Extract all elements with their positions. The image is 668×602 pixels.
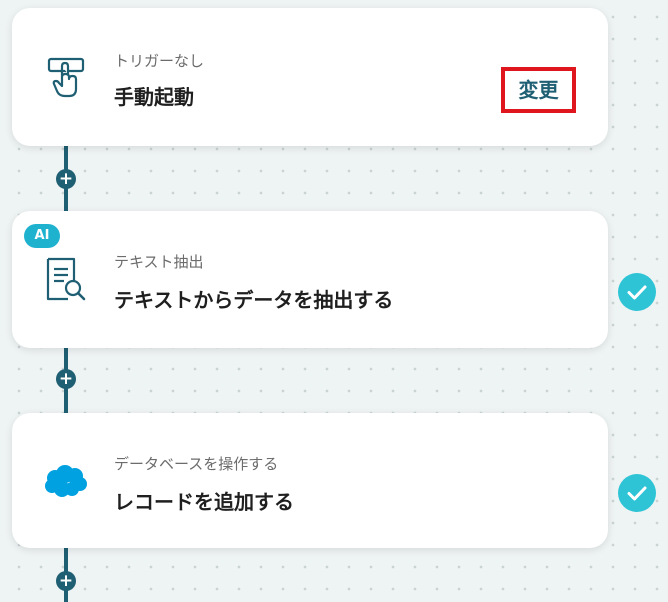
document-search-icon	[42, 255, 90, 303]
add-step-button[interactable]: +	[56, 169, 76, 189]
database-card[interactable]: データベースを操作する レコードを追加する	[12, 413, 608, 548]
change-trigger-button[interactable]: 変更	[501, 67, 576, 113]
database-title: レコードを追加する	[114, 490, 294, 514]
ai-extract-card[interactable]: テキスト抽出 テキストからデータを抽出する	[12, 211, 608, 348]
add-step-button[interactable]: +	[56, 571, 76, 591]
trigger-card[interactable]: トリガーなし 手動起動 変更	[12, 8, 608, 146]
ai-extract-subtitle: テキスト抽出	[114, 253, 204, 271]
ai-extract-title: テキストからデータを抽出する	[114, 288, 394, 312]
hand-pointer-icon	[42, 53, 90, 101]
database-subtitle: データベースを操作する	[114, 455, 279, 473]
ai-badge: AI	[24, 224, 60, 248]
completed-check-icon	[618, 273, 656, 311]
trigger-title: 手動起動	[114, 85, 194, 109]
add-step-button[interactable]: +	[56, 369, 76, 389]
completed-check-icon	[618, 474, 656, 512]
salesforce-cloud-icon	[42, 458, 90, 506]
trigger-subtitle: トリガーなし	[114, 52, 205, 70]
